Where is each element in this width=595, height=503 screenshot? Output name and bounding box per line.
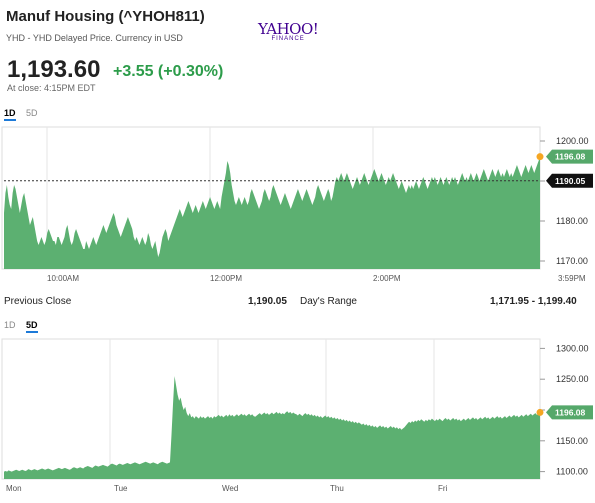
price-change: +3.55 (+0.30%) [113, 63, 224, 80]
y-tick-label: 1180.00 [556, 216, 588, 226]
intraday-chart[interactable]: 1200.001190.001180.001170.0010:00AM12:00… [0, 126, 595, 286]
y-tick-label: 1200.00 [556, 136, 589, 146]
tab-5d[interactable]: 5D [26, 108, 38, 118]
y-tick-label: 1300.00 [556, 343, 589, 353]
x-tick-label: Mon [6, 484, 22, 493]
quote-title: Manuf Housing (^YHOH811) [6, 8, 205, 25]
x-tick-label: Tue [114, 484, 128, 493]
current-price: 1,193.60 [7, 56, 101, 83]
x-tick-label: Thu [330, 484, 344, 493]
tab-5d-bottom[interactable]: 5D [26, 320, 38, 333]
x-tick-label: Wed [222, 484, 238, 493]
y-tick-label: 1170.00 [556, 256, 588, 266]
prev-close-tag: 1190.05 [546, 173, 593, 188]
five-day-chart[interactable]: 1300.001250.001200.001150.001100.00MonTu… [0, 338, 595, 498]
last-value-tag: 1196.08 [546, 405, 593, 420]
x-tick-label: 2:00PM [373, 274, 401, 283]
days-range-value: 1,171.95 - 1,199.40 [490, 296, 577, 307]
prev-close-label: Previous Close [4, 296, 72, 307]
tab-1d[interactable]: 1D [4, 108, 16, 121]
price-area-series [4, 376, 540, 479]
x-tick-label: 3:59PM [558, 274, 586, 283]
last-price-marker [536, 153, 544, 161]
days-range-label: Day's Range [300, 296, 357, 307]
range-tabs-bottom: 1D 5D [4, 320, 46, 333]
y-tick-label: 1100.00 [556, 467, 588, 477]
last-value-tag: 1196.08 [546, 149, 593, 164]
y-tick-label: 1250.00 [556, 374, 589, 384]
last-value-label: 1196.08 [555, 152, 586, 162]
close-time: At close: 4:15PM EDT [7, 83, 96, 93]
last-value-label: 1196.08 [555, 407, 586, 417]
x-tick-label: 10:00AM [47, 274, 79, 283]
x-tick-label: 12:00PM [210, 274, 242, 283]
yahoo-finance-logo[interactable]: YAHOO! FINANCE [258, 20, 319, 43]
last-price-marker [536, 408, 544, 416]
price-area-series [4, 156, 540, 269]
tab-1d-bottom[interactable]: 1D [4, 320, 16, 330]
prev-close-label: 1190.05 [555, 176, 586, 186]
range-tabs-top: 1D 5D [4, 108, 46, 121]
prev-close-value: 1,190.05 [248, 296, 287, 307]
y-tick-label: 1150.00 [556, 436, 588, 446]
quote-subtitle: YHD - YHD Delayed Price. Currency in USD [6, 33, 183, 43]
x-tick-label: Fri [438, 484, 448, 493]
logo-main-text: YAHOO! [258, 20, 319, 38]
